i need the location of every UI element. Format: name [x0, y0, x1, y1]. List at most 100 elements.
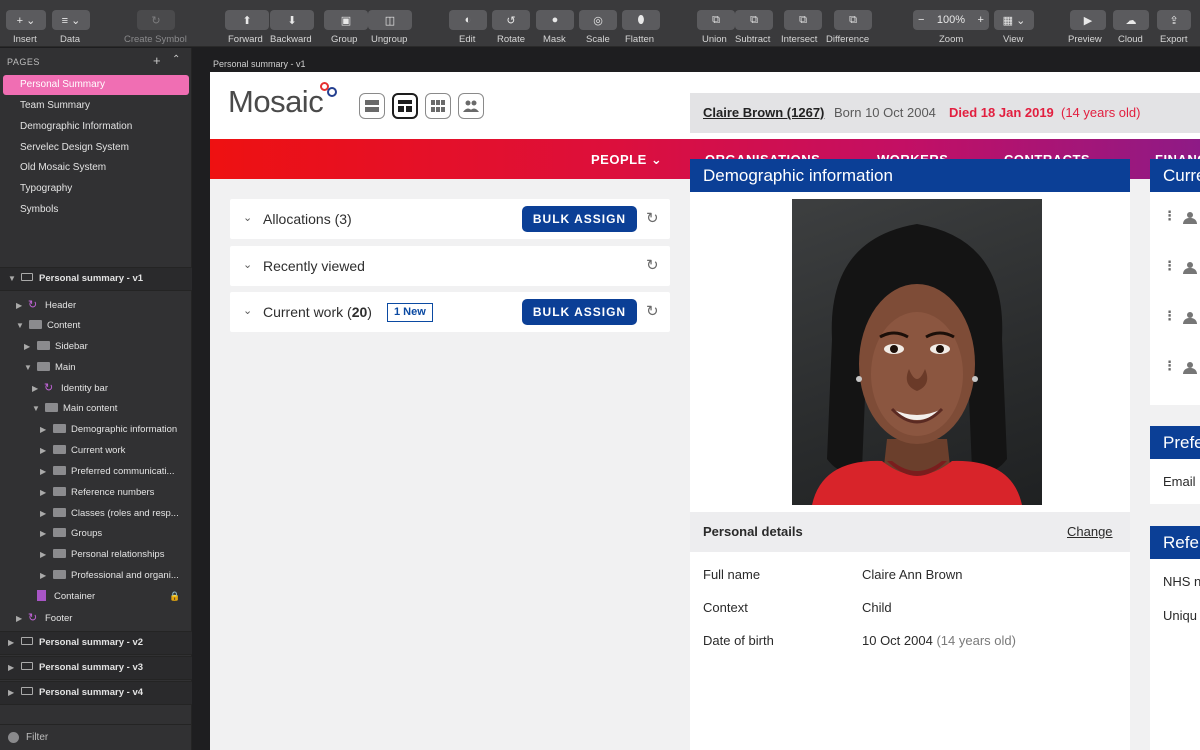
collapse-arrow-icon[interactable]: ▶ — [40, 566, 50, 586]
expand-arrow-icon[interactable]: ▼ — [32, 399, 42, 419]
current-work-card[interactable]: ⌄ Current work (20) 1 New BULK ASSIGN ↻ — [230, 292, 670, 332]
filter-bar[interactable]: Filter — [0, 724, 192, 750]
page-symbols[interactable]: Symbols — [3, 200, 189, 220]
add-page-icon[interactable]: + — [153, 53, 161, 68]
create-symbol-tool[interactable]: ↻ Create Symbol — [124, 0, 189, 47]
export-tool[interactable]: ⇪ Export — [1157, 0, 1195, 47]
layer-reference-numbers[interactable]: ▶ Reference numbers — [40, 483, 154, 503]
collapse-arrow-icon[interactable]: ▶ — [40, 545, 50, 565]
portrait-image — [812, 224, 1022, 505]
collapse-arrow-icon[interactable]: ▶ — [40, 420, 50, 440]
refresh-icon[interactable]: ↻ — [646, 302, 659, 320]
ungroup-tool[interactable]: ◫ Ungroup — [368, 0, 414, 47]
chevron-down-icon[interactable]: ⌄ — [243, 211, 252, 224]
layer-personal-relationships[interactable]: ▶ Personal relationships — [40, 545, 164, 565]
layer-current-work[interactable]: ▶ Current work — [40, 441, 125, 461]
layer-classes[interactable]: ▶ Classes (roles and resp... — [40, 504, 179, 524]
data-tool[interactable]: ≡ ⌄ Data — [52, 0, 90, 47]
collapse-arrow-icon[interactable]: ▶ — [40, 524, 50, 544]
flatten-icon: ⬮ — [622, 10, 660, 30]
person-name-link[interactable]: Claire Brown (1267) — [703, 105, 824, 120]
edit-tool[interactable]: ◐ Edit — [449, 0, 487, 47]
layer-preferred-communication[interactable]: ▶ Preferred communicati... — [40, 462, 174, 482]
layer-demographic-information[interactable]: ▶ Demographic information — [40, 420, 177, 440]
layer-container[interactable]: Container — [34, 587, 95, 607]
layer-main[interactable]: ▼ Main — [24, 358, 76, 378]
difference-tool[interactable]: ⧉ Difference — [826, 0, 874, 47]
expand-arrow-icon[interactable]: ▼ — [8, 269, 18, 289]
intersect-tool[interactable]: ⧉ Intersect — [781, 0, 825, 47]
dashboard-view-button[interactable] — [392, 93, 418, 119]
page-team-summary[interactable]: Team Summary — [3, 96, 189, 116]
collapse-arrow-icon[interactable]: ▶ — [16, 609, 26, 629]
chevron-down-icon[interactable]: ⌄ — [243, 258, 252, 271]
bulk-assign-button[interactable]: BULK ASSIGN — [522, 299, 637, 325]
layer-artboard-v3[interactable]: ▶ Personal summary - v3 — [8, 658, 143, 678]
flatten-tool[interactable]: ⬮ Flatten — [622, 0, 660, 47]
page-demographic-information[interactable]: Demographic Information — [3, 117, 189, 137]
bulk-assign-button[interactable]: BULK ASSIGN — [522, 206, 637, 232]
view-tool[interactable]: ▦ ⌄ View — [994, 0, 1034, 47]
page-typography[interactable]: Typography — [3, 179, 189, 199]
layer-identity-bar[interactable]: ▶ ↻ Identity bar — [32, 378, 108, 398]
grid-view-button[interactable] — [425, 93, 451, 119]
page-personal-summary[interactable]: Personal Summary — [3, 75, 189, 95]
refresh-icon[interactable]: ↻ — [646, 256, 659, 274]
expand-arrow-icon[interactable]: ▼ — [16, 316, 26, 336]
more-options-icon[interactable]: ⋮ — [1163, 208, 1176, 224]
layer-artboard-v4[interactable]: ▶ Personal summary - v4 — [8, 683, 143, 703]
collapse-arrow-icon[interactable]: ▶ — [40, 441, 50, 461]
page-old-mosaic-system[interactable]: Old Mosaic System — [3, 158, 189, 178]
expand-arrow-icon[interactable]: ▼ — [24, 358, 34, 378]
backward-tool[interactable]: ⬇ Backward — [270, 0, 316, 47]
more-options-icon[interactable]: ⋮ — [1163, 358, 1176, 374]
layer-footer[interactable]: ▶ ↻ Footer — [16, 608, 72, 628]
page-servelec-design-system[interactable]: Servelec Design System — [3, 138, 189, 158]
collapse-arrow-icon[interactable]: ▶ — [16, 296, 26, 316]
scale-tool[interactable]: ◎ Scale — [579, 0, 617, 47]
collapse-arrow-icon[interactable]: ▶ — [40, 483, 50, 503]
forward-tool[interactable]: ⬆ Forward — [225, 0, 271, 47]
more-options-icon[interactable]: ⋮ — [1163, 308, 1176, 324]
recently-viewed-card[interactable]: ⌄ Recently viewed ↻ — [230, 246, 670, 286]
union-tool[interactable]: ⧉ Union — [697, 0, 735, 47]
more-options-icon[interactable]: ⋮ — [1163, 258, 1176, 274]
zoom-out-icon[interactable]: − — [918, 14, 924, 26]
subtract-tool[interactable]: ⧉ Subtract — [735, 0, 775, 47]
collapse-pages-icon[interactable]: ⌃ — [172, 54, 181, 65]
collapse-arrow-icon[interactable]: ▶ — [32, 379, 42, 399]
layer-content[interactable]: ▼ Content — [16, 316, 80, 336]
artboard-title[interactable]: Personal summary - v1 — [213, 59, 306, 69]
chevron-down-icon[interactable]: ⌄ — [243, 304, 252, 317]
people-view-button[interactable] — [458, 93, 484, 119]
collapse-arrow-icon[interactable]: ▶ — [8, 633, 18, 653]
collapse-arrow-icon[interactable]: ▶ — [40, 462, 50, 482]
layer-sidebar[interactable]: ▶ Sidebar — [24, 337, 88, 357]
group-tool[interactable]: ▣ Group — [324, 0, 368, 47]
cloud-tool[interactable]: ☁ Cloud — [1113, 0, 1151, 47]
layer-artboard-v1[interactable]: ▼ Personal summary - v1 — [8, 269, 143, 289]
list-view-button[interactable] — [359, 93, 385, 119]
collapse-arrow-icon[interactable]: ▶ — [24, 337, 34, 357]
collapse-arrow-icon[interactable]: ▶ — [8, 683, 18, 703]
preview-tool[interactable]: ▶ Preview — [1068, 0, 1108, 47]
zoom-control[interactable]: − 100% + Zoom — [913, 0, 989, 47]
lock-icon[interactable]: 🔒 — [169, 591, 180, 602]
design-canvas[interactable]: Personal summary - v1 Mosaic PEOPLE ⌄ OR… — [193, 48, 1200, 750]
layer-professional[interactable]: ▶ Professional and organi... — [40, 566, 179, 586]
layer-header[interactable]: ▶ ↻ Header — [16, 295, 76, 315]
rotate-tool[interactable]: ↺ Rotate — [492, 0, 530, 47]
nav-people[interactable]: PEOPLE ⌄ — [591, 152, 662, 168]
zoom-in-icon[interactable]: + — [978, 14, 984, 26]
mask-tool[interactable]: ● Mask — [536, 0, 574, 47]
refresh-icon[interactable]: ↻ — [646, 209, 659, 227]
insert-tool[interactable]: + ⌄ Insert — [6, 0, 46, 47]
layer-groups[interactable]: ▶ Groups — [40, 524, 102, 544]
mosaic-logo[interactable]: Mosaic — [228, 84, 324, 120]
collapse-arrow-icon[interactable]: ▶ — [8, 658, 18, 678]
layer-main-content[interactable]: ▼ Main content — [32, 399, 117, 419]
collapse-arrow-icon[interactable]: ▶ — [40, 504, 50, 524]
change-link[interactable]: Change — [1067, 524, 1113, 539]
allocations-card[interactable]: ⌄ Allocations (3) BULK ASSIGN ↻ — [230, 199, 670, 239]
layer-artboard-v2[interactable]: ▶ Personal summary - v2 — [8, 633, 143, 653]
